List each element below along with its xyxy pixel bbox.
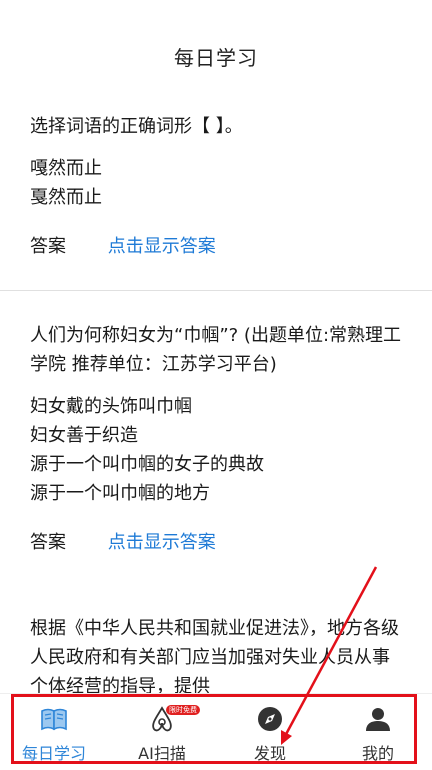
header: 每日学习 — [0, 0, 432, 112]
compass-icon — [258, 707, 282, 731]
tab-mine[interactable]: 我的 — [324, 694, 432, 770]
question-list[interactable]: 选择词语的正确词形【 】。 嘎然而止 戛然而止 答案 点击显示答案 人们为何称妇… — [0, 112, 432, 701]
bottom-tab-bar: 每日学习 限时免费 AI扫描 发现 我的 — [0, 693, 432, 770]
answer-row: 答案 点击显示答案 — [30, 528, 402, 558]
tab-label: AI扫描 — [138, 744, 186, 763]
tab-label: 每日学习 — [21, 744, 86, 763]
option-item[interactable]: 妇女戴的头饰叫巾帼 — [30, 392, 402, 421]
question-item: 人们为何称妇女为“巾帼”? (出题单位:常熟理工学院 推荐单位：江苏学习平台) … — [0, 321, 432, 558]
tab-discover[interactable]: 发现 — [216, 694, 324, 770]
user-icon — [366, 708, 390, 731]
answer-label: 答案 — [30, 236, 66, 257]
tab-label: 发现 — [253, 744, 286, 763]
answer-row: 答案 点击显示答案 — [30, 232, 402, 262]
free-badge: 限时免费 — [166, 705, 200, 715]
option-item[interactable]: 嘎然而止 — [30, 154, 402, 183]
divider — [0, 290, 432, 291]
tab-daily-study[interactable]: 每日学习 — [0, 694, 108, 770]
option-list: 嘎然而止 戛然而止 — [30, 154, 402, 212]
option-item[interactable]: 源于一个叫巾帼的地方 — [30, 479, 402, 508]
show-answer-link[interactable]: 点击显示答案 — [108, 236, 216, 257]
question-item: 选择词语的正确词形【 】。 嘎然而止 戛然而止 答案 点击显示答案 — [0, 112, 432, 262]
book-icon — [41, 708, 67, 731]
question-text: 选择词语的正确词形【 】。 — [30, 116, 243, 137]
option-list: 妇女戴的头饰叫巾帼 妇女善于织造 源于一个叫巾帼的女子的典故 源于一个叫巾帼的地… — [30, 392, 402, 508]
page-title: 每日学习 — [174, 46, 258, 70]
option-item[interactable]: 妇女善于织造 — [30, 421, 402, 450]
tab-ai-scan[interactable]: 限时免费 AI扫描 — [108, 694, 216, 770]
option-item[interactable]: 源于一个叫巾帼的女子的典故 — [30, 450, 402, 479]
question-text: 根据《中华人民共和国就业促进法》，地方各级人民政府和有关部门应当加强对失业人员从… — [30, 618, 399, 697]
question-item: 根据《中华人民共和国就业促进法》，地方各级人民政府和有关部门应当加强对失业人员从… — [0, 614, 432, 701]
option-item[interactable]: 戛然而止 — [30, 183, 402, 212]
answer-label: 答案 — [30, 532, 66, 553]
show-answer-link[interactable]: 点击显示答案 — [108, 532, 216, 553]
question-text: 人们为何称妇女为“巾帼”? (出题单位:常熟理工学院 推荐单位：江苏学习平台) — [30, 325, 402, 375]
tab-label: 我的 — [361, 744, 394, 763]
